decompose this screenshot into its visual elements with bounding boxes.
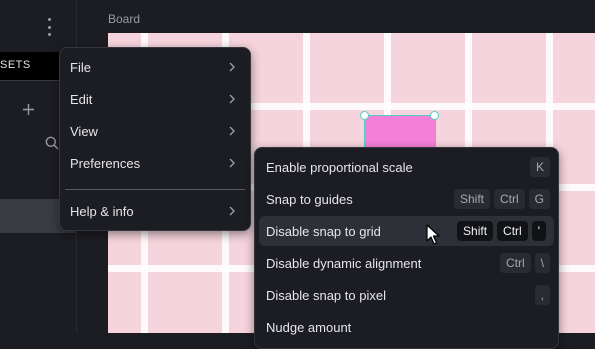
shortcut-key: Shift <box>457 221 494 241</box>
chevron-right-icon <box>229 62 235 72</box>
menu-item-nudge-amount[interactable]: Nudge amount <box>255 312 558 342</box>
shortcut-key: , <box>534 285 550 305</box>
resize-handle-top-left[interactable] <box>360 111 369 120</box>
shortcut-key: Ctrl <box>493 189 525 209</box>
menu-item-label: View <box>70 123 98 139</box>
shortcut-key: \ <box>534 253 550 273</box>
menu-item-label: Snap to guides <box>266 191 353 207</box>
menu-item-snap-to-pixel[interactable]: Disable snap to pixel , <box>255 280 558 310</box>
assets-tab-label: SETS <box>0 59 31 71</box>
menu-item-label: Help & info <box>70 203 134 219</box>
menu-item-snap-to-guides[interactable]: Snap to guides Shift Ctrl G <box>255 184 558 214</box>
chevron-right-icon <box>229 206 235 216</box>
menu-item-label: Edit <box>70 91 93 107</box>
main-menu: File Edit View Preferences Help & info <box>59 47 251 231</box>
shortcut-key: Shift <box>453 189 490 209</box>
menu-item-label: Enable proportional scale <box>266 159 413 175</box>
kebab-menu-icon[interactable] <box>44 18 54 36</box>
menu-item-edit[interactable]: Edit <box>60 85 250 113</box>
resize-handle-top-right[interactable] <box>430 111 439 120</box>
shortcut-key: ' <box>531 221 546 241</box>
chevron-right-icon <box>229 94 235 104</box>
shortcut-key: Ctrl <box>497 221 528 241</box>
chevron-right-icon <box>229 126 235 136</box>
menu-item-label: Nudge amount <box>266 319 352 335</box>
chevron-right-icon <box>229 158 235 168</box>
shortcut-key: K <box>529 157 550 177</box>
search-icon[interactable] <box>45 136 59 150</box>
menu-item-label: Disable snap to pixel <box>266 287 386 303</box>
shortcut-key: G <box>528 189 550 209</box>
menu-item-preferences[interactable]: Preferences <box>60 149 250 177</box>
shortcut-keys: K <box>529 157 550 177</box>
menu-divider <box>65 189 245 190</box>
shortcut-keys: , <box>534 285 550 305</box>
menu-item-label: Preferences <box>70 155 141 171</box>
plus-icon[interactable] <box>22 103 35 116</box>
menu-item-label: File <box>70 59 91 75</box>
menu-item-dynamic-alignment[interactable]: Disable dynamic alignment Ctrl \ <box>255 248 558 278</box>
board-title: Board <box>108 12 141 26</box>
menu-item-help[interactable]: Help & info <box>60 197 250 225</box>
shortcut-key: Ctrl <box>499 253 531 273</box>
shortcut-keys: Ctrl \ <box>499 253 550 273</box>
menu-item-proportional-scale[interactable]: Enable proportional scale K <box>255 152 558 182</box>
shortcut-keys: Shift Ctrl G <box>453 189 550 209</box>
shortcut-keys: Shift Ctrl ' <box>457 221 546 241</box>
mouse-cursor-icon <box>426 224 440 245</box>
menu-item-label: Disable snap to grid <box>266 223 381 239</box>
menu-item-file[interactable]: File <box>60 53 250 81</box>
menu-item-view[interactable]: View <box>60 117 250 145</box>
preferences-submenu: Enable proportional scale K Snap to guid… <box>254 147 559 349</box>
menu-item-label: Disable dynamic alignment <box>266 255 422 271</box>
menu-item-snap-to-grid[interactable]: Disable snap to grid Shift Ctrl ' <box>259 216 554 246</box>
